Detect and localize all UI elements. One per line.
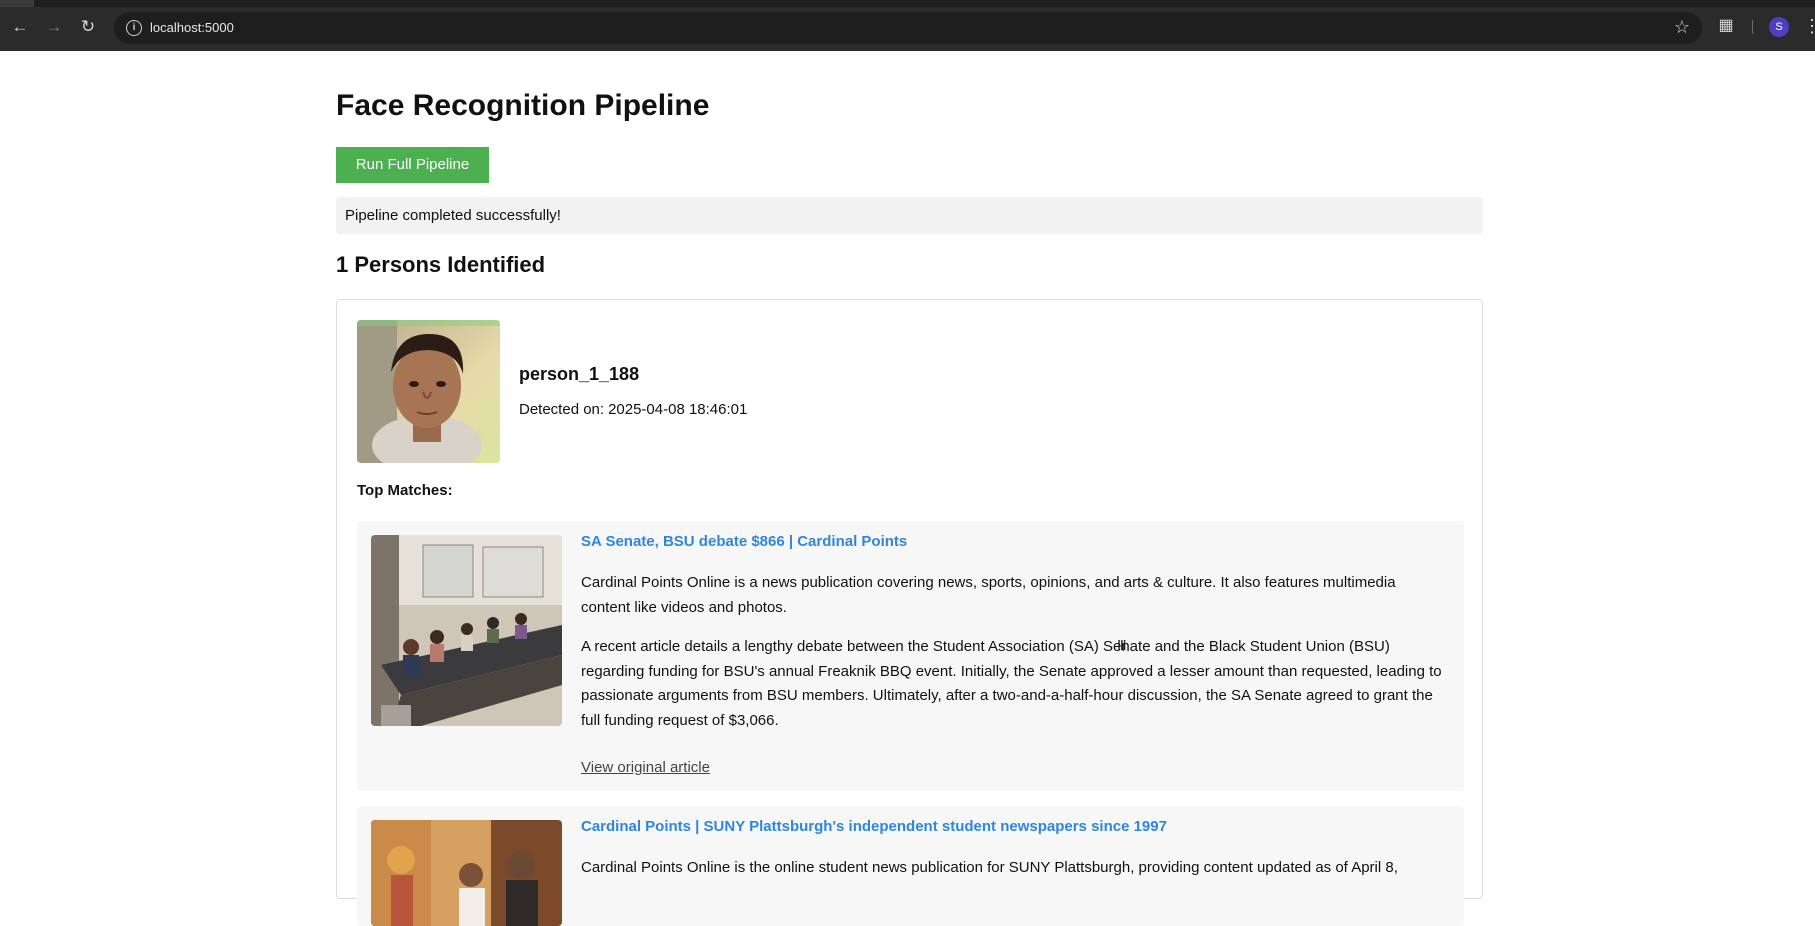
reload-icon[interactable]: ↻ bbox=[76, 15, 100, 39]
match-summary: A recent article details a lengthy debat… bbox=[581, 638, 1442, 729]
person-card: person_1_188 Detected on: 2025-04-08 18:4… bbox=[336, 299, 1483, 926]
profile-avatar[interactable]: S bbox=[1769, 17, 1789, 37]
address-url[interactable]: localhost:5000 bbox=[150, 20, 234, 35]
tab-strip bbox=[0, 0, 1815, 7]
menu-kebab-icon[interactable]: ⋮ bbox=[1803, 15, 1815, 37]
person-name: person_1_188 bbox=[519, 364, 640, 384]
match-title-link[interactable]: SA Senate, BSU debate $866 | Cardinal Po… bbox=[581, 533, 907, 550]
page-title: Face Recognition Pipeline bbox=[336, 89, 710, 122]
match-card: SA Senate, BSU debate $866 | Cardinal Po… bbox=[357, 521, 1464, 791]
run-pipeline-button[interactable]: Run Full Pipeline bbox=[336, 147, 489, 183]
persons-heading: 1 Persons Identified bbox=[336, 252, 546, 277]
status-message: Pipeline completed successfully! bbox=[336, 197, 1483, 234]
match-description: Cardinal Points Online is a news publica… bbox=[581, 574, 1396, 616]
match-description: Cardinal Points Online is the online stu… bbox=[581, 859, 1398, 876]
extensions-puzzle-icon[interactable]: ▦ bbox=[1716, 15, 1736, 37]
address-bar[interactable]: i localhost:5000 ☆ bbox=[114, 12, 1702, 44]
site-info-icon[interactable]: i bbox=[126, 20, 142, 36]
bookmark-star-icon[interactable]: ☆ bbox=[1674, 17, 1690, 38]
back-arrow-icon[interactable]: ← bbox=[8, 15, 32, 39]
view-original-article-link[interactable]: View original article bbox=[581, 759, 710, 776]
detected-timestamp: Detected on: 2025-04-08 18:46:01 bbox=[519, 401, 747, 418]
match-card: Cardinal Points | SUNY Plattsburgh's ind… bbox=[357, 806, 1464, 926]
forward-arrow-icon[interactable]: → bbox=[42, 15, 66, 39]
detected-label: Detected on: bbox=[519, 401, 605, 418]
browser-toolbar: ← → ↻ i localhost:5000 ☆ ▦ S ⋮ bbox=[0, 0, 1815, 51]
person-face-photo bbox=[357, 320, 500, 463]
toolbar-divider bbox=[1752, 20, 1753, 34]
detected-value: 2025-04-08 18:46:01 bbox=[608, 401, 748, 418]
match-title-link[interactable]: Cardinal Points | SUNY Plattsburgh's ind… bbox=[581, 818, 1167, 835]
match-thumbnail bbox=[371, 820, 562, 926]
top-matches-label: Top Matches: bbox=[357, 482, 453, 499]
match-thumbnail bbox=[371, 535, 562, 726]
text-cursor-icon: Ⅲ bbox=[1117, 637, 1127, 653]
browser-tab[interactable] bbox=[0, 0, 34, 7]
